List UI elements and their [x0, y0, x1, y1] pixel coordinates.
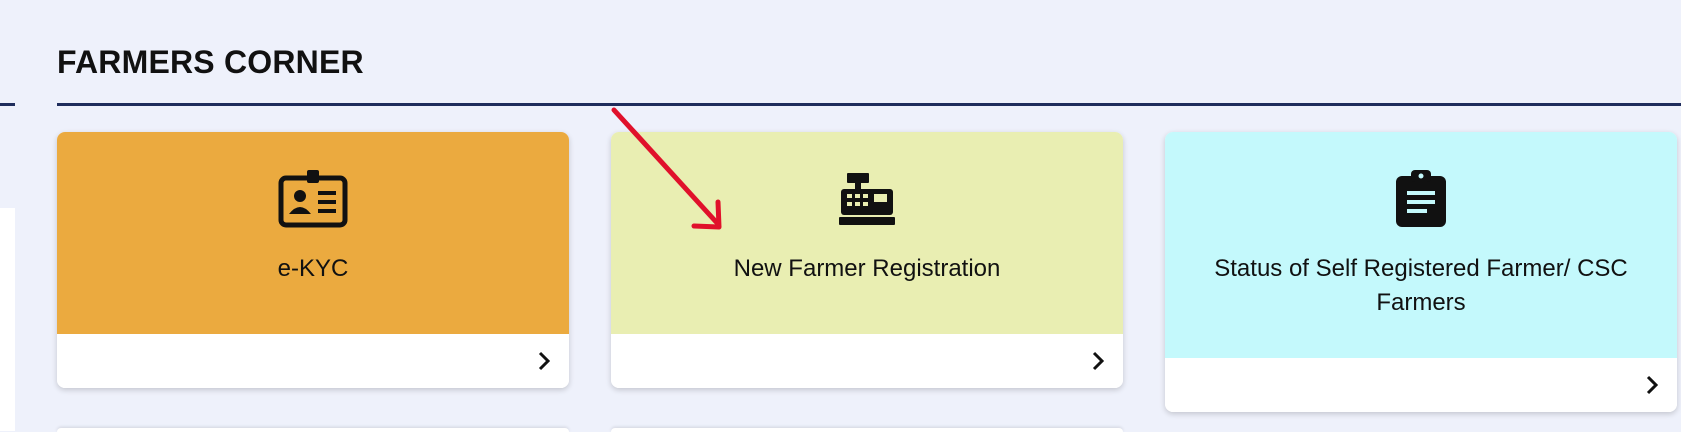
clipboard-list-icon: [1386, 168, 1456, 230]
card-status-self-registered-label: Status of Self Registered Farmer/ CSC Fa…: [1214, 255, 1628, 316]
chevron-right-icon[interactable]: [1087, 350, 1109, 372]
card-new-farmer-registration-footer[interactable]: [611, 334, 1123, 388]
next-row-card-edge: [611, 428, 1123, 432]
chevron-right-icon[interactable]: [533, 350, 555, 372]
cash-register-icon: [832, 168, 902, 230]
card-ekyc-header: e-KYC: [57, 132, 569, 334]
card-new-farmer-registration-header: New Farmer Registration: [611, 132, 1123, 334]
section-title: FARMERS CORNER: [57, 44, 364, 80]
id-card-icon: [278, 168, 348, 230]
section-divider: [57, 103, 1681, 106]
chevron-right-icon[interactable]: [1641, 374, 1663, 396]
card-status-self-registered-header: Status of Self Registered Farmer/ CSC Fa…: [1165, 132, 1677, 358]
card-new-farmer-registration[interactable]: New Farmer Registration: [611, 132, 1123, 388]
next-row-card-edge: [57, 428, 569, 432]
card-ekyc[interactable]: e-KYC: [57, 132, 569, 388]
card-new-farmer-registration-label: New Farmer Registration: [733, 255, 1001, 282]
left-divider: [0, 103, 15, 106]
card-status-self-registered-footer[interactable]: [1165, 358, 1677, 412]
left-panel-edge: [0, 208, 15, 431]
card-ekyc-footer[interactable]: [57, 334, 569, 388]
card-ekyc-label: e-KYC: [277, 255, 349, 282]
card-status-self-registered[interactable]: Status of Self Registered Farmer/ CSC Fa…: [1165, 132, 1677, 412]
